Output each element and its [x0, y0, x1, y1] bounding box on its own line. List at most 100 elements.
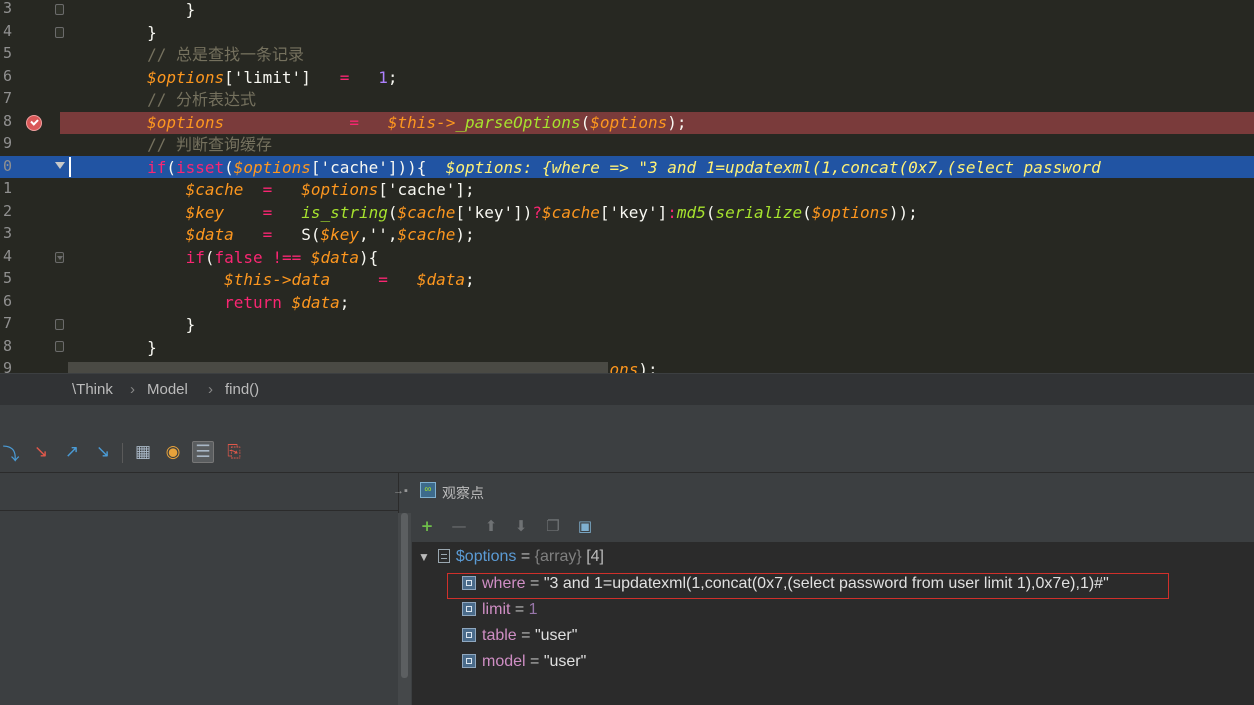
code-token: $options	[301, 180, 379, 199]
evaluate-expression-icon[interactable]: ▦	[132, 441, 154, 463]
code-token: (	[580, 112, 591, 132]
tree-node-model[interactable]: model = "user"	[462, 651, 586, 673]
code-line[interactable]: if(false !== $data){	[70, 247, 379, 269]
code-token: ;	[464, 270, 475, 289]
line-number: 5	[2, 269, 12, 287]
watches-icon: ∞	[420, 482, 436, 498]
breadcrumb-item-namespace[interactable]: \Think	[72, 381, 113, 398]
watch-value: "user"	[543, 653, 587, 670]
step-out-icon[interactable]: ↗	[61, 441, 83, 463]
breadcrumb-item-class[interactable]: Model	[147, 381, 188, 398]
breadcrumb-item-method[interactable]: find()	[225, 381, 259, 398]
tree-node-table[interactable]: table = "user"	[462, 625, 577, 647]
code-line[interactable]: $key = is_string($cache['key'])?$cache['…	[70, 202, 918, 224]
code-line[interactable]: $options['limit'] = 1;	[70, 67, 398, 89]
code-line[interactable]: // 总是查找一条记录	[70, 44, 304, 66]
code-line[interactable]: }	[70, 22, 157, 44]
code-token: (	[802, 202, 812, 222]
show-watches-icon[interactable]: ▣	[576, 517, 594, 535]
code-line[interactable]: $options = $this->_parseOptions($options…	[70, 112, 687, 134]
move-up-icon[interactable]: ⬆	[482, 517, 500, 535]
code-line[interactable]: // 分析表达式	[70, 89, 256, 111]
line-number: 3	[2, 0, 12, 17]
show-values-icon[interactable]: ☰	[192, 441, 214, 463]
code-token: ){	[359, 247, 379, 267]
code-line[interactable]: return $data;	[70, 292, 349, 314]
php-debug-icon[interactable]: ◉	[162, 441, 184, 463]
line-number: 8	[2, 336, 12, 355]
code-token: }	[185, 0, 196, 19]
run-to-cursor-icon[interactable]: ↘	[92, 441, 114, 463]
restore-layout-icon[interactable]: ⎘	[223, 441, 245, 463]
fold-marker[interactable]	[55, 319, 64, 330]
line-number: 0	[2, 156, 12, 175]
watch-equals: =	[525, 575, 544, 592]
duplicate-watch-icon[interactable]: ❐	[544, 517, 562, 535]
code-line[interactable]: }	[70, 0, 196, 21]
code-token: !==	[272, 247, 302, 267]
code-token: ['cache'];	[378, 180, 475, 199]
code-token: $cache	[542, 202, 600, 222]
fold-marker[interactable]	[55, 4, 64, 15]
code-token: md5	[676, 202, 706, 222]
step-over-icon[interactable]: ⤵	[0, 441, 22, 465]
line-number: 4	[2, 21, 12, 40]
code-token: (	[387, 202, 398, 222]
fold-marker[interactable]	[55, 341, 64, 352]
fold-marker[interactable]	[55, 252, 64, 263]
code-token: );	[667, 112, 687, 132]
pin-icon[interactable]: →▪	[393, 485, 408, 497]
code-token: return	[224, 292, 282, 312]
add-watch-icon[interactable]: +	[418, 517, 436, 535]
frames-scrollbar[interactable]	[398, 513, 411, 705]
code-line[interactable]: if(isset($options['cache'])){ $options: …	[70, 157, 1101, 179]
tree-node-limit[interactable]: limit = 1	[462, 599, 538, 621]
expand-arrow-icon[interactable]: ▼	[418, 550, 430, 564]
step-into-icon[interactable]: ↘	[30, 441, 52, 463]
code-token: }	[185, 315, 196, 334]
code-token: // 判断查询缓存	[147, 135, 272, 154]
code-token: ['key'])	[455, 202, 533, 222]
code-token: $options	[811, 202, 889, 222]
line-number: 9	[2, 359, 12, 373]
watch-key: where	[482, 575, 526, 592]
code-line[interactable]: }	[70, 314, 196, 336]
watch-count: [4]	[581, 548, 604, 565]
fold-marker[interactable]	[55, 27, 64, 38]
editor-gutter[interactable]: 3 4 5 6 7 8 9 0 1 2 3 4 5 6 7 8 9	[0, 0, 68, 373]
code-editor[interactable]: 3 4 5 6 7 8 9 0 1 2 3 4 5 6 7 8 9 } } // 总是查找一条记录 $optio…	[0, 0, 1254, 373]
code-token: );	[638, 360, 658, 373]
code-line[interactable]: $data = S($key,'',$cache);	[70, 224, 475, 246]
scrollbar-thumb[interactable]	[401, 513, 408, 678]
breakpoint-icon[interactable]	[26, 115, 42, 131]
watches-panel: ∞ 观察点 + — ⬆ ⬇ ❐ ▣ ▼ $options = {array} [4…	[412, 473, 1254, 705]
watches-toolbar: + — ⬆ ⬇ ❐ ▣	[412, 510, 1254, 543]
code-token: =	[262, 225, 273, 244]
line-number: 1	[2, 179, 12, 197]
remove-watch-icon[interactable]: —	[450, 517, 468, 535]
code-line[interactable]: }	[70, 337, 157, 359]
watch-name: $options	[455, 548, 517, 565]
move-down-icon[interactable]: ⬇	[512, 517, 530, 535]
code-line[interactable]: $this->data = $data;	[70, 269, 475, 291]
code-token: $options	[147, 112, 225, 132]
code-line[interactable]: // 判断查询缓存	[70, 134, 272, 156]
watch-key: limit	[482, 601, 511, 618]
watch-value: 1	[528, 601, 538, 618]
tree-node-options[interactable]: ▼ $options = {array} [4]	[418, 546, 604, 568]
field-icon	[462, 602, 476, 616]
breadcrumb: \Think › Model › find()	[0, 373, 1254, 405]
editor-horizontal-scrollbar[interactable]	[68, 362, 608, 373]
tree-node-where[interactable]: where = "3 and 1=updatexml(1,concat(0x7,…	[462, 573, 1109, 595]
code-token: =	[339, 67, 350, 87]
code-line[interactable]: $cache = $options['cache'];	[70, 179, 475, 201]
